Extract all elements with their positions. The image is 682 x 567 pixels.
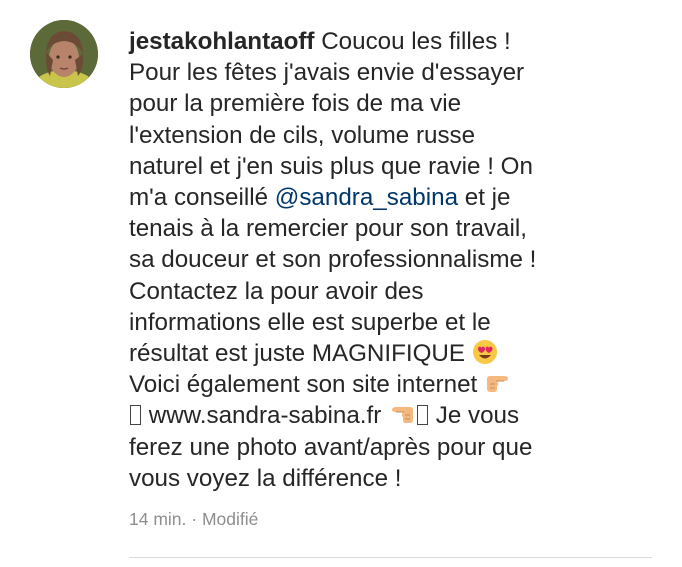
comment-line: vous voyez la différence ! <box>129 464 402 492</box>
comment-line: Contactez la pour avoir des <box>129 277 424 305</box>
comment-line: naturel et j'en suis plus que ravie ! On <box>129 152 533 180</box>
comment-line: jestakohlantaoff Coucou les filles ! <box>129 26 659 57</box>
comment-text: jestakohlantaoff Coucou les filles ! Pou… <box>129 26 659 494</box>
heart-eyes-emoji-icon <box>472 339 500 365</box>
mention-link[interactable]: @sandra_sabina <box>275 184 458 211</box>
comment-meta: 14 min. · Modifié <box>129 509 258 530</box>
comment-line: sa douceur et son professionnalisme ! <box>129 246 537 274</box>
divider <box>129 557 652 558</box>
website-link[interactable]: www.sandra-sabina.fr <box>142 402 388 429</box>
avatar[interactable] <box>30 20 98 88</box>
comment-text-segment: m'a conseillé <box>129 184 275 212</box>
comment-line: informations elle est superbe et le <box>129 308 491 336</box>
comment-line: résultat est juste MAGNIFIQUE <box>129 338 659 369</box>
comment-text-segment: Voici également son site internet <box>129 371 484 399</box>
comment-text-segment: et je <box>458 184 511 212</box>
comment-line: www.sandra-sabina.fr Je vous <box>129 400 659 431</box>
pointing-left-hand-icon <box>388 401 416 427</box>
username-link[interactable]: jestakohlantaoff <box>129 28 314 55</box>
profile-photo <box>30 20 98 88</box>
comment-line: ferez une photo avant/après pour que <box>129 433 533 461</box>
missing-glyph-icon <box>130 405 141 426</box>
comment-text-segment: Je vous <box>429 402 520 430</box>
comment-line: Pour les fêtes j'avais envie d'essayer <box>129 59 525 87</box>
comment-item: jestakohlantaoff Coucou les filles ! Pou… <box>0 0 682 567</box>
comment-timestamp: 14 min. <box>129 509 187 529</box>
comment-line: Voici également son site internet <box>129 369 659 400</box>
comment-text-segment: résultat est juste MAGNIFIQUE <box>129 340 472 368</box>
comment-line: tenais à la remercier pour son travail, <box>129 215 527 243</box>
pointing-right-hand-icon <box>484 370 512 396</box>
missing-glyph-icon <box>417 405 429 426</box>
comment-line: l'extension de cils, volume russe <box>129 121 476 149</box>
meta-separator: · <box>186 509 202 529</box>
comment-text-segment: Coucou les filles ! <box>314 28 511 55</box>
comment-body: jestakohlantaoff Coucou les filles ! Pou… <box>129 26 659 494</box>
comment-line: pour la première fois de ma vie <box>129 90 462 118</box>
comment-line: m'a conseillé @sandra_sabina et je <box>129 182 659 213</box>
edited-label: Modifié <box>201 509 259 529</box>
